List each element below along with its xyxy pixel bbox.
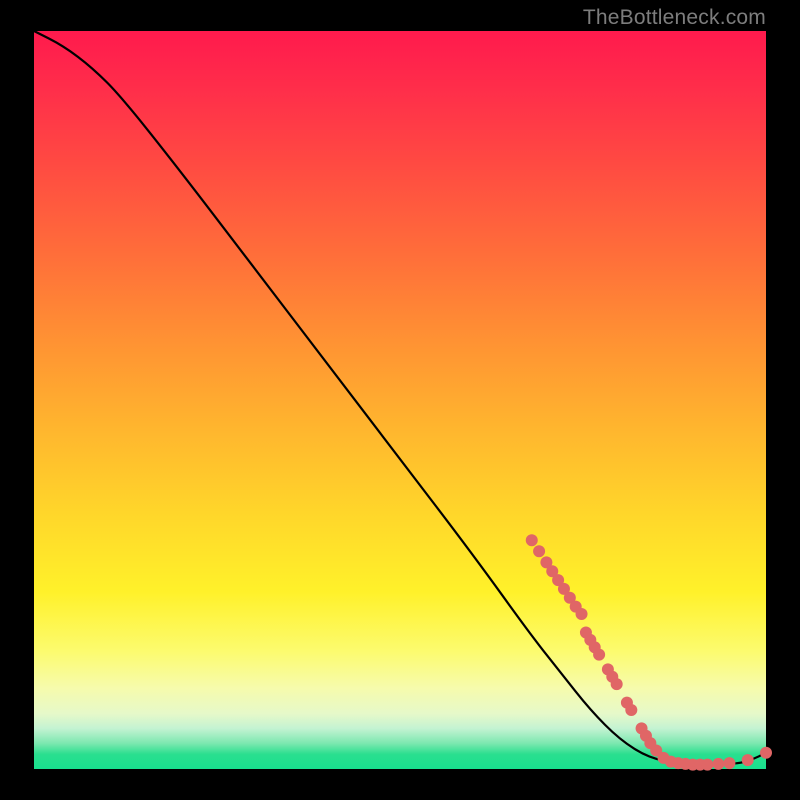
chart-frame: TheBottleneck.com — [0, 0, 800, 800]
data-point — [742, 754, 754, 766]
data-point — [593, 649, 605, 661]
curve-markers — [526, 534, 772, 770]
data-point — [533, 545, 545, 557]
curve-line — [34, 31, 766, 764]
data-point — [526, 534, 538, 546]
chart-svg — [34, 31, 766, 769]
data-point — [625, 704, 637, 716]
data-point — [712, 758, 724, 770]
data-point — [723, 757, 735, 769]
watermark-text: TheBottleneck.com — [583, 6, 766, 30]
plot-area — [34, 31, 766, 769]
data-point — [611, 678, 623, 690]
data-point — [576, 608, 588, 620]
data-point — [760, 747, 772, 759]
data-point — [701, 759, 713, 771]
